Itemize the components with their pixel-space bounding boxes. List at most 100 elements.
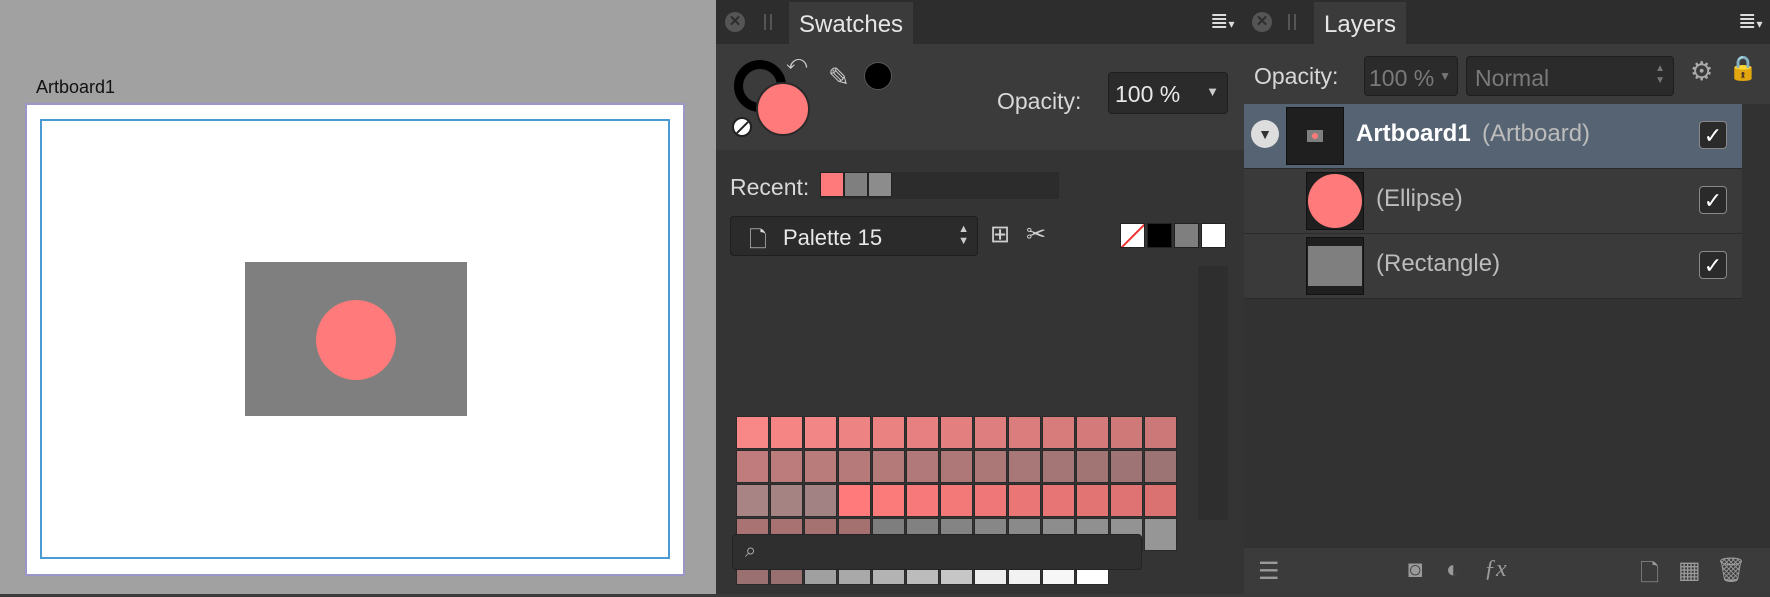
color-swatch[interactable] <box>906 416 939 449</box>
panel-menu-icon[interactable]: ≣▾ <box>1210 8 1234 34</box>
layers-footer: ☰ ◙ ◐ ƒx 🗋 ▦ 🗑 <box>1244 548 1770 594</box>
opacity-label: Opacity: <box>997 88 1082 114</box>
layer-type: (Ellipse) <box>1376 185 1463 212</box>
color-swatch[interactable] <box>1076 484 1109 517</box>
color-swatch[interactable] <box>1144 450 1177 483</box>
blend-mode-value: Normal <box>1475 65 1550 91</box>
search-input[interactable] <box>773 539 1127 567</box>
picked-color-swatch[interactable] <box>864 62 892 90</box>
color-swatch[interactable] <box>1110 484 1143 517</box>
ellipse-thumbnail <box>1306 172 1364 230</box>
recent-color-swatch[interactable] <box>820 172 844 197</box>
color-swatch[interactable] <box>906 484 939 517</box>
color-swatch[interactable] <box>940 484 973 517</box>
search-icon: ⌕ <box>745 540 757 562</box>
search-field[interactable]: ⌕ <box>732 534 1142 570</box>
layer-row-rectangle[interactable]: (Rectangle) ✓ <box>1244 234 1742 299</box>
color-swatch[interactable] <box>838 484 871 517</box>
recent-label: Recent: <box>730 174 810 200</box>
color-swatch[interactable] <box>1008 450 1041 483</box>
layer-row-artboard[interactable]: ▼ Artboard1 (Artboard) ✓ <box>1244 104 1742 169</box>
color-swatch[interactable] <box>1008 416 1041 449</box>
color-swatch[interactable] <box>770 416 803 449</box>
color-swatch[interactable] <box>940 450 973 483</box>
gear-icon[interactable]: ⚙ <box>1690 56 1713 87</box>
color-swatch[interactable] <box>1042 416 1075 449</box>
visibility-checkbox[interactable]: ✓ <box>1699 251 1727 279</box>
color-swatch[interactable] <box>838 416 871 449</box>
color-swatch[interactable] <box>736 416 769 449</box>
chevron-down-icon: ▼ <box>1206 84 1219 99</box>
color-swatch[interactable] <box>1144 518 1177 551</box>
layer-row-ellipse[interactable]: (Ellipse) ✓ <box>1244 169 1742 234</box>
recent-color-swatch[interactable] <box>844 172 868 197</box>
color-swatch[interactable] <box>872 484 905 517</box>
swap-colors-icon[interactable]: ⤺ <box>786 52 807 75</box>
recent-color-swatch[interactable] <box>868 172 892 197</box>
color-swatch[interactable] <box>838 450 871 483</box>
chevron-down-icon[interactable]: ▼ <box>1251 120 1279 148</box>
color-swatch[interactable] <box>1076 450 1109 483</box>
color-swatch[interactable] <box>770 450 803 483</box>
color-swatch[interactable] <box>1008 484 1041 517</box>
close-panel-icon[interactable]: ✕ <box>1252 12 1272 32</box>
color-swatch[interactable] <box>974 484 1007 517</box>
color-swatch[interactable] <box>770 484 803 517</box>
eyedropper-icon[interactable]: ✎ <box>828 62 850 93</box>
color-swatch[interactable] <box>872 416 905 449</box>
canvas-ellipse-shape[interactable] <box>316 300 396 380</box>
recent-colors-strip <box>820 172 1059 199</box>
artboard-label: Artboard1 <box>36 77 116 97</box>
lock-icon[interactable]: 🔒 <box>1728 54 1758 83</box>
visibility-checkbox[interactable]: ✓ <box>1699 121 1727 149</box>
color-swatch[interactable] <box>804 450 837 483</box>
layer-type: (Rectangle) <box>1376 250 1501 277</box>
pixel-layer-icon[interactable]: ▦ <box>1678 556 1701 585</box>
layer-opacity-field[interactable]: 100 % ▼ <box>1364 56 1458 96</box>
color-swatch[interactable] <box>1110 450 1143 483</box>
swatch-grid <box>736 236 1186 585</box>
tab-swatches[interactable]: Swatches <box>789 2 914 44</box>
new-layer-icon[interactable]: 🗋 <box>1640 556 1659 597</box>
layers-stack-icon[interactable]: ☰ <box>1258 557 1280 586</box>
color-swatch[interactable] <box>940 416 973 449</box>
grip-icon[interactable] <box>1288 14 1296 30</box>
canvas-area[interactable]: Artboard1 <box>0 0 716 594</box>
no-color-icon[interactable] <box>732 117 752 137</box>
swatches-color-section: ⤺ ✎ Opacity: 100 % ▼ <box>716 44 1244 150</box>
color-swatch[interactable] <box>1042 450 1075 483</box>
color-swatch[interactable] <box>974 416 1007 449</box>
opacity-label: Opacity: <box>1254 63 1339 89</box>
trash-icon[interactable]: 🗑 <box>1716 556 1746 585</box>
color-swatch[interactable] <box>736 450 769 483</box>
opacity-value: 100 % <box>1115 81 1181 107</box>
fill-color-well[interactable] <box>756 82 810 136</box>
fx-icon[interactable]: ƒx <box>1484 556 1507 583</box>
layer-opacity-value: 100 % <box>1369 65 1435 91</box>
adjustment-icon[interactable]: ◐ <box>1446 556 1461 584</box>
color-swatch[interactable] <box>736 484 769 517</box>
color-swatch[interactable] <box>1144 416 1177 449</box>
opacity-dropdown[interactable]: 100 % ▼ <box>1108 72 1228 114</box>
swatches-tabbar: ✕ Swatches ≣▾ <box>716 0 1244 44</box>
color-swatch[interactable] <box>1144 484 1177 517</box>
visibility-checkbox[interactable]: ✓ <box>1699 186 1727 214</box>
mask-icon[interactable]: ◙ <box>1408 556 1423 584</box>
color-swatch[interactable] <box>974 450 1007 483</box>
close-panel-icon[interactable]: ✕ <box>725 12 745 32</box>
swatch-scrollbar[interactable] <box>1198 266 1228 520</box>
color-swatch[interactable] <box>1042 484 1075 517</box>
layer-type: (Artboard) <box>1482 120 1591 147</box>
tab-layers[interactable]: Layers <box>1314 2 1407 44</box>
color-swatch[interactable] <box>1076 416 1109 449</box>
panel-menu-icon[interactable]: ≣▾ <box>1738 8 1762 34</box>
quick-color-swatch[interactable] <box>1201 223 1226 248</box>
swatches-body: Recent: 🗋 Palette 15 ▲ ▼ ⊞ ✂ ⌕ <box>716 150 1244 594</box>
blend-mode-dropdown[interactable]: Normal ▲ ▼ <box>1466 56 1674 96</box>
grip-icon[interactable] <box>764 14 772 30</box>
color-swatch[interactable] <box>804 484 837 517</box>
color-swatch[interactable] <box>906 450 939 483</box>
color-swatch[interactable] <box>1110 416 1143 449</box>
color-swatch[interactable] <box>872 450 905 483</box>
color-swatch[interactable] <box>804 416 837 449</box>
